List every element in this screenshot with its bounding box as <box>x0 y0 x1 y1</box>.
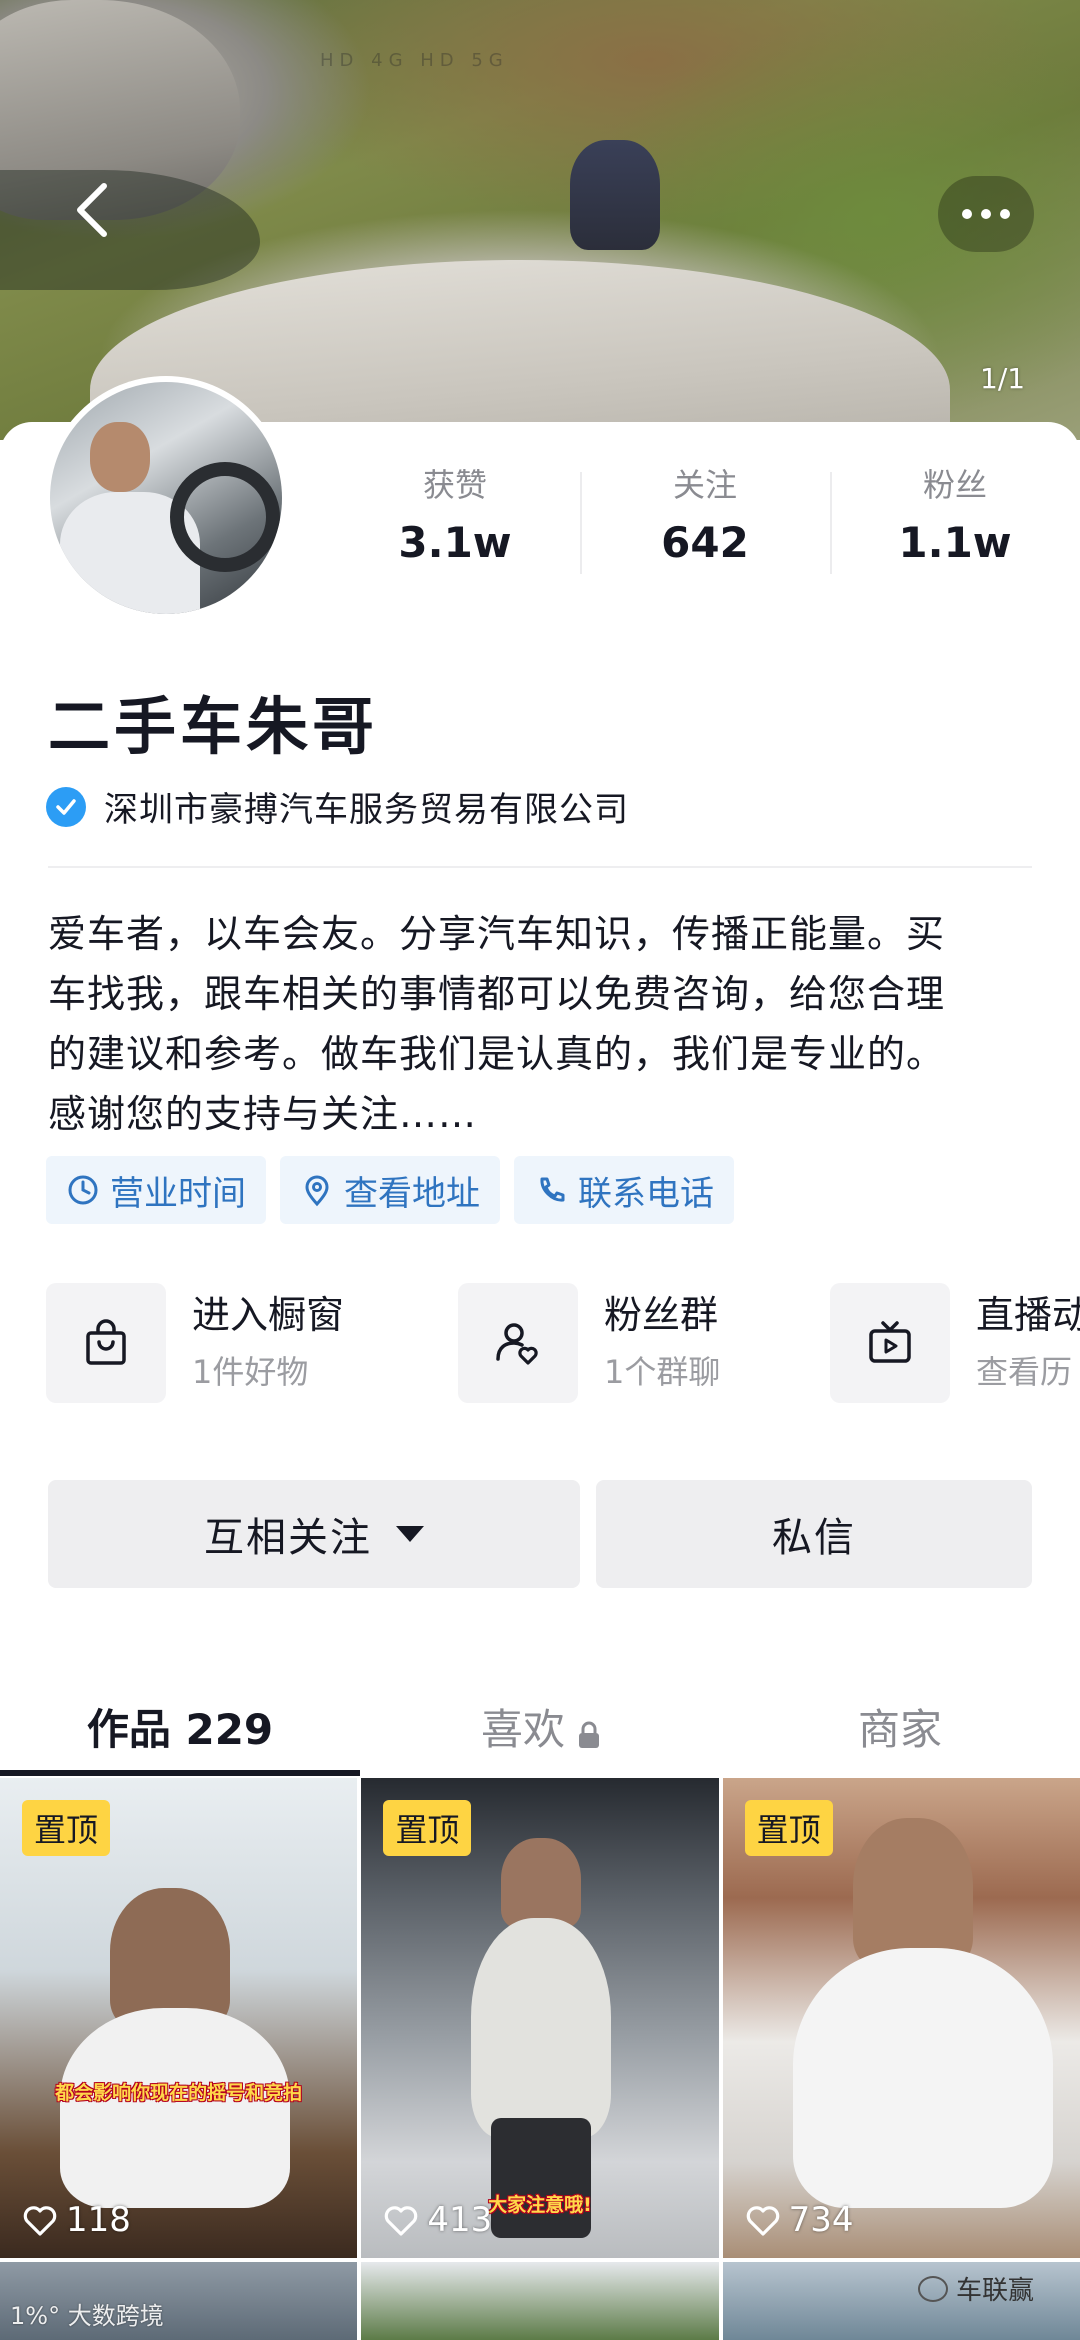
clock-icon <box>68 1175 98 1205</box>
feature-subtitle: 1个群聊 <box>604 1353 721 1391</box>
feature-showcase[interactable]: 进入橱窗 1件好物 <box>46 1282 344 1404</box>
more-options-button[interactable] <box>938 176 1034 252</box>
chip-business-hours[interactable]: 营业时间 <box>46 1156 266 1224</box>
tab-works[interactable]: 作品 229 <box>0 1676 360 1776</box>
video-thumbnail[interactable]: 置顶 734 <box>722 1778 1080 2258</box>
mutual-follow-button[interactable]: 互相关注 <box>48 1480 580 1588</box>
company-name: 深圳市豪搏汽车服务贸易有限公司 <box>104 790 629 830</box>
cover-image: HD 4G HD 5G <box>0 0 1080 440</box>
feature-title: 粉丝群 <box>604 1293 719 1337</box>
active-tab-indicator <box>0 1770 360 1776</box>
chip-label: 联系电话 <box>578 1173 714 1214</box>
bio-line: 车找我，跟车相关的事情都可以免费咨询，给您合理 <box>48 972 946 1016</box>
like-count-value: 118 <box>66 2200 131 2240</box>
chip-label: 营业时间 <box>110 1173 246 1214</box>
message-button[interactable]: 私信 <box>596 1480 1032 1588</box>
video-thumbnail[interactable]: 置顶 大家注意哦! 413 <box>361 1778 719 2258</box>
video-caption: 都会影响你现在的摇号和竞拍 <box>55 2082 303 2104</box>
tab-likes[interactable]: 喜欢 <box>360 1676 720 1776</box>
chip-label: 查看地址 <box>344 1173 480 1214</box>
watermark-right: 车联赢 <box>918 2270 1034 2307</box>
like-count: 118 <box>22 2200 131 2240</box>
tv-play-icon <box>830 1283 950 1403</box>
location-pin-icon <box>305 1175 329 1207</box>
pinned-badge: 置顶 <box>383 1800 472 1856</box>
stat-label: 关注 <box>672 466 737 504</box>
profile-stats: 获赞 3.1w 关注 642 粉丝 1.1w <box>330 462 1080 582</box>
bio-line: 爱车者，以车会友。分享汽车知识，传播正能量。买 <box>48 912 946 956</box>
button-label: 互相关注 <box>204 1515 372 1561</box>
heart-icon <box>746 2206 779 2236</box>
bio-line: 的建议和参考。做车我们是认真的，我们是专业的。 <box>48 1032 946 1076</box>
fan-group-icon <box>458 1283 578 1403</box>
feature-title: 进入橱窗 <box>192 1293 345 1337</box>
status-bar: HD 4G HD 5G <box>320 50 509 71</box>
stat-followers[interactable]: 粉丝 1.1w <box>830 462 1080 582</box>
feature-title: 直播动 <box>976 1293 1080 1337</box>
watermark-left: 1%° 大数跨境 <box>10 2302 164 2330</box>
dot-icon <box>962 209 972 219</box>
dot-icon <box>1000 209 1010 219</box>
stat-following[interactable]: 关注 642 <box>580 462 830 582</box>
heart-icon <box>23 2206 57 2236</box>
dot-icon <box>981 209 991 219</box>
feature-row: 进入橱窗 1件好物 粉丝群 1个群聊 直播动 查看历 <box>46 1282 1080 1404</box>
watermark-text: 车联赢 <box>956 2276 1035 2306</box>
divider <box>48 866 1032 868</box>
chevron-left-icon <box>77 183 107 237</box>
chip-contact-phone[interactable]: 联系电话 <box>514 1156 734 1224</box>
profile-name: 二手车朱哥 <box>48 690 379 763</box>
feature-subtitle: 1件好物 <box>192 1353 309 1391</box>
back-button[interactable] <box>72 182 112 238</box>
caret-down-icon <box>396 1526 424 1542</box>
stat-value: 1.1w <box>898 518 1012 567</box>
like-count-value: 734 <box>788 2200 854 2240</box>
stat-likes[interactable]: 获赞 3.1w <box>330 462 580 582</box>
wechat-icon <box>918 2275 948 2302</box>
phone-icon <box>540 1177 565 1202</box>
bio-line: 感谢您的支持与关注…… <box>48 1092 478 1136</box>
tab-label: 作品 229 <box>86 1704 274 1754</box>
verified-check-icon <box>46 786 86 827</box>
like-count: 413 <box>383 2200 492 2240</box>
stat-label: 获赞 <box>422 466 487 504</box>
like-count: 734 <box>745 2200 854 2240</box>
tab-label: 喜欢 <box>480 1704 565 1754</box>
verified-company[interactable]: 深圳市豪搏汽车服务贸易有限公司 <box>46 782 629 831</box>
video-thumbnail[interactable]: 置顶 都会影响你现在的摇号和竞拍 118 <box>0 1778 358 2258</box>
stat-value: 3.1w <box>398 518 512 567</box>
stat-label: 粉丝 <box>922 466 987 504</box>
profile-bio: 爱车者，以车会友。分享汽车知识，传播正能量。买 车找我，跟车相关的事情都可以免费… <box>48 904 1038 1144</box>
lock-icon <box>577 1711 599 1748</box>
feature-subtitle: 查看历 <box>976 1353 1073 1391</box>
tab-label: 商家 <box>857 1704 942 1754</box>
video-thumbnail[interactable] <box>361 2262 719 2340</box>
feature-live[interactable]: 直播动 查看历 <box>830 1282 1080 1404</box>
chip-view-address[interactable]: 查看地址 <box>280 1156 500 1224</box>
avatar[interactable] <box>44 376 288 620</box>
like-count-value: 413 <box>427 2200 493 2240</box>
cover-pager: 1/1 <box>980 362 1026 395</box>
content-tabs: 作品 229 喜欢 商家 <box>0 1676 1080 1776</box>
tab-merchant[interactable]: 商家 <box>720 1676 1080 1776</box>
video-grid: 置顶 都会影响你现在的摇号和竞拍 118 置顶 大家注意哦! 413 置顶 73… <box>0 1778 1080 2258</box>
shopping-bag-icon <box>46 1283 166 1403</box>
heart-icon <box>385 2206 418 2236</box>
pinned-badge: 置顶 <box>744 1800 833 1856</box>
stat-value: 642 <box>661 518 749 567</box>
button-label: 私信 <box>772 1515 856 1561</box>
feature-fan-group[interactable]: 粉丝群 1个群聊 <box>458 1282 720 1404</box>
business-chips: 营业时间 查看地址 联系电话 <box>46 1156 734 1224</box>
pinned-badge: 置顶 <box>22 1800 111 1856</box>
